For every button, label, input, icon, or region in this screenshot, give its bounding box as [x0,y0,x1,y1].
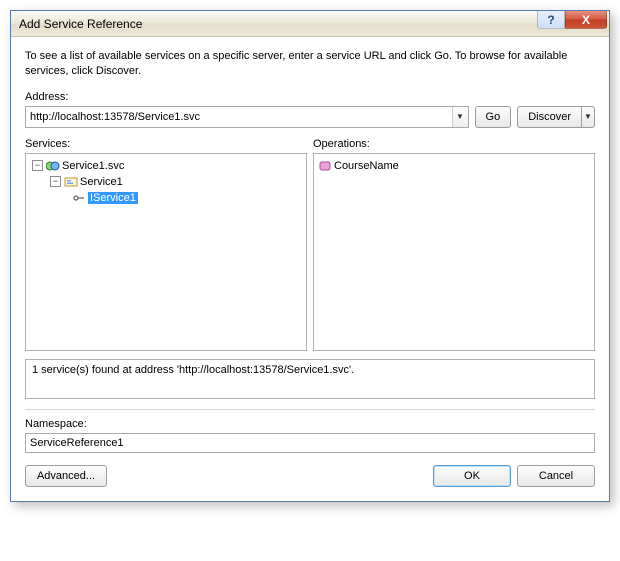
go-button[interactable]: Go [475,106,512,128]
operation-name: CourseName [334,160,399,172]
tree-node-label: Service1.svc [62,160,124,172]
close-button[interactable]: X [565,11,607,29]
address-combobox[interactable]: ▼ [25,106,469,128]
tree-node-label: IService1 [88,192,138,204]
help-button[interactable]: ? [537,11,565,29]
tree-node-root[interactable]: − Service1.svc [30,158,302,174]
service-globe-icon [46,159,60,173]
status-text: 1 service(s) found at address 'http://lo… [32,364,354,376]
intro-text: To see a list of available services on a… [25,49,595,79]
services-tree[interactable]: − Service1.svc − Service1 [25,153,307,351]
namespace-input[interactable] [25,433,595,453]
service-item-icon [64,175,78,189]
divider [25,409,595,410]
tree-collapse-icon[interactable]: − [50,176,61,187]
status-box: 1 service(s) found at address 'http://lo… [25,359,595,399]
tree-collapse-icon[interactable]: − [32,160,43,171]
title-bar: Add Service Reference ? X [11,11,609,37]
ok-button[interactable]: OK [433,465,511,487]
address-label: Address: [25,91,595,103]
add-service-reference-dialog: Add Service Reference ? X To see a list … [10,10,610,502]
discover-dropdown-button[interactable]: ▼ [581,106,595,128]
namespace-label: Namespace: [25,418,595,430]
operations-label: Operations: [313,138,595,150]
dialog-content: To see a list of available services on a… [11,37,609,501]
chevron-down-icon: ▼ [456,112,464,121]
close-icon: X [582,13,590,27]
tree-node-leaf[interactable]: IService1 [30,190,302,206]
operation-icon [318,159,332,173]
address-input[interactable] [26,107,452,127]
window-title: Add Service Reference [19,17,142,31]
advanced-button[interactable]: Advanced... [25,465,107,487]
cancel-button[interactable]: Cancel [517,465,595,487]
operations-list[interactable]: CourseName [313,153,595,351]
chevron-down-icon: ▼ [584,112,592,121]
services-label: Services: [25,138,307,150]
tree-node-label: Service1 [80,176,123,188]
list-item[interactable]: CourseName [318,158,590,174]
discover-button[interactable]: Discover [517,106,581,128]
interface-icon [72,191,86,205]
tree-node-child[interactable]: − Service1 [30,174,302,190]
help-icon: ? [547,13,554,27]
address-dropdown-button[interactable]: ▼ [452,107,468,127]
